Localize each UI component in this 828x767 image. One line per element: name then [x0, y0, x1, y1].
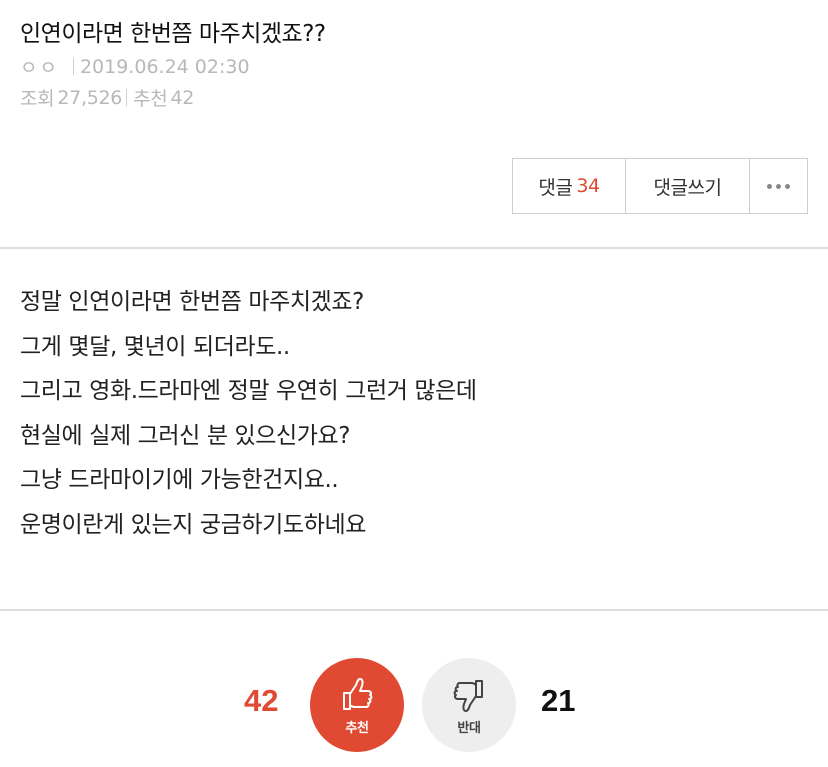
recommend-label: 추천	[133, 88, 168, 110]
views-label: 조회	[20, 88, 55, 110]
body-line: 그냥 드라마이기에 가능한건지요..	[20, 467, 339, 493]
thumbs-down-icon	[453, 679, 483, 712]
divider	[0, 609, 828, 611]
downvote-button[interactable]: 반대	[422, 658, 516, 752]
downvote-label: 반대	[457, 720, 481, 736]
more-button[interactable]	[749, 159, 807, 213]
more-dots-icon	[767, 183, 790, 189]
upvote-label: 추천	[345, 720, 369, 736]
thumbs-up-icon	[343, 677, 373, 710]
author-name[interactable]: ㅇㅇ	[20, 53, 59, 80]
body-line: 그리고 영화.드라마엔 정말 우연히 그런거 많은데	[20, 378, 477, 404]
recommend-count: 42	[170, 86, 195, 109]
divider	[0, 247, 828, 249]
post-actions-bar: 댓글 34 댓글쓰기	[512, 158, 808, 214]
meta-divider	[126, 89, 128, 106]
post-body: 정말 인연이라면 한번쯤 마주치겠죠? 그게 몇달, 몇년이 되더라도.. 그리…	[20, 280, 477, 547]
body-line: 운명이란게 있는지 궁금하기도하네요	[20, 511, 366, 538]
post-meta-author-date: ㅇㅇ 2019.06.24 02:30	[20, 53, 250, 80]
views-count: 27,526	[57, 86, 123, 109]
comments-count: 34	[576, 175, 600, 197]
comments-button[interactable]: 댓글 34	[513, 159, 625, 213]
body-line: 현실에 실제 그러신 분 있으신가요?	[20, 422, 351, 449]
post-date: 2019.06.24 02:30	[79, 55, 250, 78]
body-line: 정말 인연이라면 한번쯤 마주치겠죠?	[20, 289, 364, 315]
post-title: 인연이라면 한번쯤 마주치겠죠??	[20, 21, 326, 47]
write-comment-button[interactable]: 댓글쓰기	[625, 159, 749, 213]
upvote-button[interactable]: 추천	[310, 658, 404, 752]
downvote-count: 21	[541, 683, 576, 718]
post-meta-stats: 조회 27,526 추천 42	[20, 84, 194, 111]
upvote-count: 42	[244, 683, 279, 718]
body-line: 그게 몇달, 몇년이 되더라도..	[20, 333, 290, 360]
comments-label: 댓글	[538, 176, 573, 199]
meta-divider	[72, 58, 74, 75]
